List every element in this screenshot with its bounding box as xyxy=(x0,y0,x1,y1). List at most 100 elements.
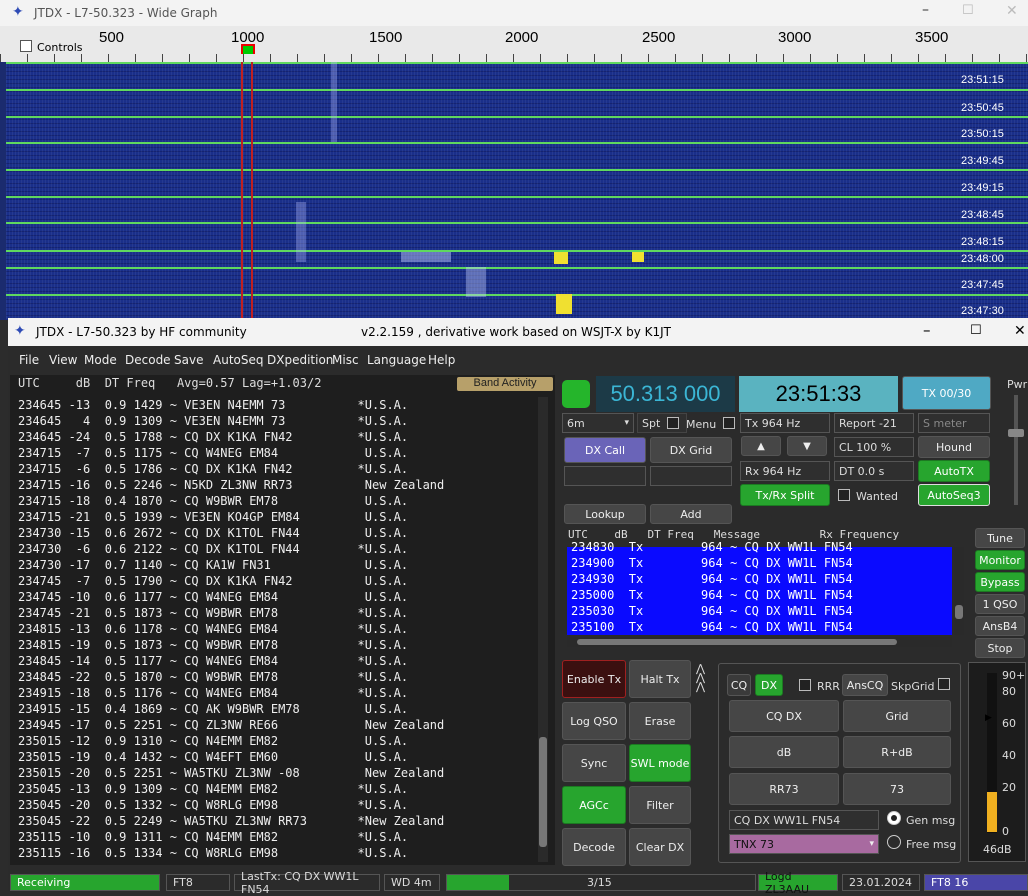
log-qso-button[interactable]: Log QSO xyxy=(562,702,626,740)
controls-checkbox[interactable] xyxy=(20,40,32,52)
menu-help[interactable]: Help xyxy=(428,353,455,367)
minimize-icon[interactable]: – xyxy=(922,2,929,18)
menu-checkbox[interactable] xyxy=(723,417,735,429)
decode-row[interactable]: 234915 -18 0.5 1176 ~ CQ W4NEG EM84 *U.S… xyxy=(18,685,408,701)
ansb4-button[interactable]: AnsB4 xyxy=(975,616,1025,636)
decode-row[interactable]: 234815 -13 0.6 1178 ~ CQ W4NEG EM84 *U.S… xyxy=(18,621,408,637)
pwr-slider-thumb[interactable] xyxy=(1008,429,1024,437)
pwr-slider[interactable] xyxy=(1008,395,1024,505)
decode-row[interactable]: 234715 -7 0.5 1175 ~ CQ W4NEG EM84 U.S.A… xyxy=(18,445,408,461)
anscq-button[interactable]: AnsCQ xyxy=(842,674,888,696)
maximize-icon[interactable]: ☐ xyxy=(970,323,982,338)
msg-grid-button[interactable]: Grid xyxy=(843,700,951,732)
report-spin[interactable]: Report -21 xyxy=(834,413,914,433)
monitor-button[interactable]: Monitor xyxy=(975,550,1025,570)
menu-mode[interactable]: Mode xyxy=(84,353,117,367)
down-button[interactable]: ▼ xyxy=(787,436,827,456)
menu-language[interactable]: Language xyxy=(367,353,426,367)
txlog-row[interactable]: 235030 Tx 964 ~ CQ DX WW1L FN54 xyxy=(571,603,853,619)
scroll-thumb[interactable] xyxy=(955,605,963,619)
main-titlebar[interactable]: ✦ JTDX - L7-50.323 by HF community v2.2.… xyxy=(8,318,1028,346)
decode-row[interactable]: 234730 -17 0.7 1140 ~ CQ KA1W FN31 U.S.A… xyxy=(18,557,408,573)
decode-row[interactable]: 234745 -10 0.6 1177 ~ CQ W4NEG EM84 U.S.… xyxy=(18,589,408,605)
menu-autoseq[interactable]: AutoSeq xyxy=(213,353,263,367)
decode-row[interactable]: 234715 -16 0.5 2246 ~ N5KD ZL3NW RR73 Ne… xyxy=(18,477,444,493)
menu-decode[interactable]: Decode xyxy=(125,353,171,367)
enable-tx-button[interactable]: Enable Tx xyxy=(562,660,626,698)
decode-row[interactable]: 234745 -7 0.5 1790 ~ CQ DX K1KA FN42 U.S… xyxy=(18,573,408,589)
tune-button[interactable]: Tune xyxy=(975,528,1025,548)
rrr-checkbox[interactable] xyxy=(799,679,811,691)
decode-row[interactable]: 235045 -22 0.5 2249 ~ WA5TKU ZL3NW RR73 … xyxy=(18,813,444,829)
menu-misc[interactable]: Misc xyxy=(332,353,359,367)
spt-checkbox[interactable] xyxy=(667,417,679,429)
decode-row[interactable]: 234645 -13 0.9 1429 ~ VE3EN N4EMM 73 *U.… xyxy=(18,397,408,413)
txlog-row[interactable]: 234930 Tx 964 ~ CQ DX WW1L FN54 xyxy=(571,571,853,587)
decode-row[interactable]: 235015 -19 0.4 1432 ~ CQ W4EFT EM60 U.S.… xyxy=(18,749,408,765)
lookup-button[interactable]: Lookup xyxy=(564,504,646,524)
menu-view[interactable]: View xyxy=(49,353,77,367)
hound-button[interactable]: Hound xyxy=(918,436,990,458)
cq-button[interactable]: CQ xyxy=(727,674,751,696)
add-button[interactable]: Add xyxy=(650,504,732,524)
decode-scrollbar[interactable] xyxy=(538,397,548,862)
dx-grid-input[interactable] xyxy=(650,466,732,486)
minimize-icon[interactable]: – xyxy=(923,321,931,339)
erase-button[interactable]: Erase xyxy=(629,702,691,740)
decode-row[interactable]: 234715 -6 0.5 1786 ~ CQ DX K1KA FN42 *U.… xyxy=(18,461,408,477)
txlog-scrollbar[interactable] xyxy=(954,547,964,635)
decode-row[interactable]: 234915 -15 0.4 1869 ~ CQ AK W9BWR EM78 U… xyxy=(18,701,408,717)
decode-button[interactable]: Decode xyxy=(562,828,626,866)
msg-cq-dx-button[interactable]: CQ DX xyxy=(729,700,839,732)
decode-row[interactable]: 234715 -18 0.4 1870 ~ CQ W9BWR EM78 U.S.… xyxy=(18,493,408,509)
bypass-button[interactable]: Bypass xyxy=(975,572,1025,592)
msg-73-button[interactable]: 73 xyxy=(843,773,951,805)
wanted-checkbox[interactable] xyxy=(838,489,850,501)
txlog-row[interactable]: 235100 Tx 964 ~ CQ DX WW1L FN54 xyxy=(571,619,853,635)
decode-row[interactable]: 234815 -19 0.5 1873 ~ CQ W9BWR EM78 *U.S… xyxy=(18,637,408,653)
msg-rr73-button[interactable]: RR73 xyxy=(729,773,839,805)
decode-row[interactable]: 235015 -12 0.9 1310 ~ CQ N4EMM EM82 U.S.… xyxy=(18,733,408,749)
decode-row[interactable]: 234730 -15 0.6 2672 ~ CQ DX K1TOL FN44 U… xyxy=(18,525,408,541)
agcc-button[interactable]: AGCc xyxy=(562,786,626,824)
decode-row[interactable]: 235045 -13 0.9 1309 ~ CQ N4EMM EM82 *U.S… xyxy=(18,781,408,797)
cl-spin[interactable]: CL 100 % xyxy=(834,437,914,457)
decode-row[interactable]: 234845 -22 0.5 1870 ~ CQ W9BWR EM78 *U.S… xyxy=(18,669,408,685)
one-qso-button[interactable]: 1 QSO xyxy=(975,594,1025,614)
rx-freq-spin[interactable]: Rx 964 Hz xyxy=(740,461,830,481)
up-button[interactable]: ▲ xyxy=(741,436,781,456)
tx-log-list[interactable]: 234830 Tx 964 ~ CQ DX WW1L FN54 234900 Tx… xyxy=(567,540,952,635)
decode-row[interactable]: 235045 -20 0.5 1332 ~ CQ W8RLG EM98 *U.S… xyxy=(18,797,408,813)
menu-save[interactable]: Save xyxy=(174,353,203,367)
tx-marker[interactable] xyxy=(241,44,255,54)
close-icon[interactable]: ✕ xyxy=(1014,323,1026,339)
skpgrid-checkbox[interactable] xyxy=(938,678,950,690)
free-msg-radio[interactable] xyxy=(887,835,901,849)
scroll-thumb[interactable] xyxy=(539,737,547,847)
stop-button[interactable]: Stop xyxy=(975,638,1025,658)
waterfall[interactable]: 23:51:15 23:50:45 23:50:15 23:49:45 23:4… xyxy=(6,62,1028,320)
filter-button[interactable]: Filter xyxy=(629,786,691,824)
scroll-thumb[interactable] xyxy=(577,639,897,645)
band-activity-list[interactable]: UTC dB DT Freq Avg=0.57 Lag=+1.03/2 Band… xyxy=(10,375,555,865)
decode-row[interactable]: 234945 -17 0.5 2251 ~ CQ ZL3NW RE66 New … xyxy=(18,717,444,733)
menu-file[interactable]: File xyxy=(19,353,39,367)
autotx-button[interactable]: AutoTX xyxy=(918,460,990,482)
swl-mode-button[interactable]: SWL mode xyxy=(629,744,691,782)
decode-row[interactable]: 235115 -16 0.5 1334 ~ CQ W8RLG EM98 *U.S… xyxy=(18,845,408,861)
txlog-row[interactable]: 234830 Tx 964 ~ CQ DX WW1L FN54 xyxy=(571,539,853,555)
dx-grid-button[interactable]: DX Grid xyxy=(650,437,732,463)
gen-msg-field[interactable]: CQ DX WW1L FN54 xyxy=(729,810,879,830)
close-icon[interactable]: ✕ xyxy=(1006,3,1018,19)
dt-spin[interactable]: DT 0.0 s xyxy=(834,461,914,481)
maximize-icon[interactable]: ☐ xyxy=(962,3,974,18)
decode-row[interactable]: 235015 -20 0.5 2251 ~ WA5TKU ZL3NW -08 N… xyxy=(18,765,444,781)
decode-row[interactable]: 234730 -6 0.6 2122 ~ CQ DX K1TOL FN44 *U… xyxy=(18,541,408,557)
txlog-hscrollbar[interactable] xyxy=(567,637,952,647)
dx-button[interactable]: DX xyxy=(755,674,783,696)
txlog-row[interactable]: 234900 Tx 964 ~ CQ DX WW1L FN54 xyxy=(571,555,853,571)
dx-call-button[interactable]: DX Call xyxy=(564,437,646,463)
decode-row[interactable]: 234715 -21 0.5 1939 ~ VE3EN KO4GP EM84 U… xyxy=(18,509,408,525)
decode-row[interactable]: 234745 -21 0.5 1873 ~ CQ W9BWR EM78 *U.S… xyxy=(18,605,408,621)
wide-graph-titlebar[interactable]: ✦ JTDX - L7-50.323 - Wide Graph – ☐ ✕ xyxy=(0,0,1028,26)
